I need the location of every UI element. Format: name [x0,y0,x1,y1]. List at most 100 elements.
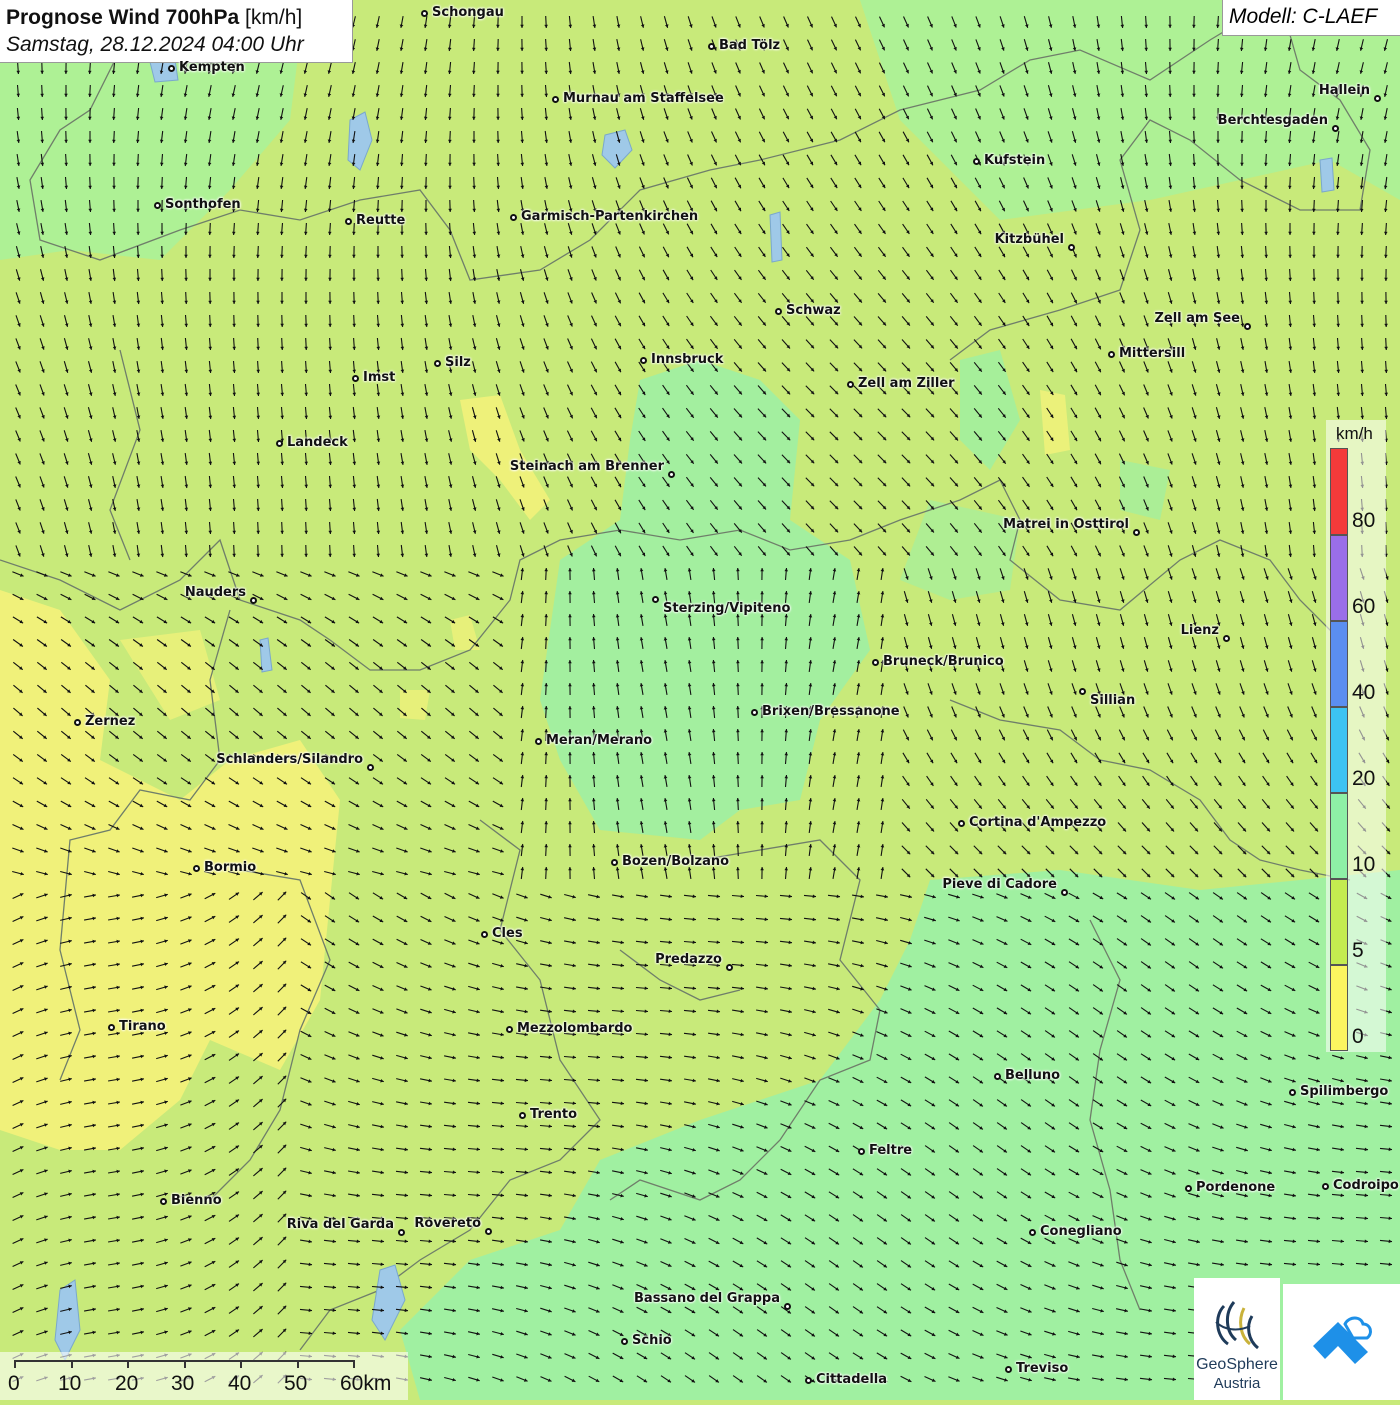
city-marker [160,1198,167,1205]
city-marker [421,10,428,17]
city-label: Kitzbühel [995,233,1064,246]
city-label: Nauders [185,586,246,599]
scale-label: 40 [228,1372,251,1396]
legend-bar-80 [1330,448,1348,535]
partner-logo[interactable] [1283,1284,1400,1400]
city-label: Innsbruck [651,353,723,366]
city-marker [708,43,715,50]
city-marker [1029,1229,1036,1236]
city-label: Spilimbergo [1300,1085,1388,1098]
map-title: Prognose Wind 700hPa [km/h] [6,4,346,31]
city-label: Cittadella [816,1373,887,1386]
city-label: Belluno [1005,1069,1060,1082]
city-label: Kempten [179,61,245,74]
city-marker [1068,244,1075,251]
city-marker [485,1228,492,1235]
city-marker [958,820,965,827]
city-marker [108,1024,115,1031]
legend-label: 20 [1352,767,1375,791]
city-label: Predazzo [655,953,722,966]
title-box: Prognose Wind 700hPa [km/h] Samstag, 28.… [0,0,353,63]
city-label: Matrei in Osttirol [1003,518,1129,531]
city-marker [784,1303,791,1310]
city-label: Bozen/Bolzano [622,855,729,868]
city-label: Sillian [1090,694,1135,707]
city-marker [805,1377,812,1384]
city-marker [994,1073,1001,1080]
legend-label: 5 [1352,939,1364,963]
scale-label: 0 [8,1372,20,1396]
city-marker [1244,323,1251,330]
city-marker [519,1112,526,1119]
scale-label: 10 [58,1372,81,1396]
city-marker [1108,351,1115,358]
scale-label: 30 [171,1372,194,1396]
city-marker [1332,125,1339,132]
legend-bar-40 [1330,621,1348,707]
city-marker [552,96,559,103]
city-marker [276,440,283,447]
legend-bar-20 [1330,707,1348,793]
city-label: Hallein [1319,84,1370,97]
city-label: Schongau [432,6,504,19]
city-marker [1374,95,1381,102]
city-marker [973,158,980,165]
geosphere-name: GeoSphere [1194,1356,1280,1374]
city-marker [535,738,542,745]
city-marker [367,764,374,771]
city-marker [434,360,441,367]
city-label: Schlanders/Silandro [216,753,363,766]
city-marker [352,375,359,382]
city-label: Kufstein [984,154,1045,167]
city-label: Riva del Garda [287,1218,394,1231]
city-label: Brixen/Bressanone [762,705,900,718]
city-marker [640,357,647,364]
city-label: Bormio [204,861,256,874]
legend-label: 40 [1352,681,1375,705]
city-label: Schwaz [786,304,841,317]
city-label: Pieve di Cadore [942,878,1057,891]
geosphere-swirl-icon [1194,1286,1280,1366]
city-marker [481,931,488,938]
legend-label: 80 [1352,509,1375,533]
city-label: Imst [363,371,395,384]
city-marker [154,202,161,209]
city-marker [621,1338,628,1345]
city-marker [1322,1183,1329,1190]
city-marker [775,308,782,315]
city-label: Conegliano [1040,1225,1122,1238]
city-marker [668,471,675,478]
city-label: Lienz [1181,624,1219,637]
city-label: Pordenone [1196,1181,1275,1194]
legend-bar-10 [1330,793,1348,879]
geosphere-logo[interactable]: GeoSphere Austria [1194,1278,1280,1400]
city-label: Bruneck/Brunico [883,655,1004,668]
city-label: Cles [492,927,523,940]
city-marker [74,719,81,726]
scale-bar: 0 10 20 30 40 50 60km [0,1352,408,1400]
city-marker [1079,688,1086,695]
legend-bar-0 [1330,965,1348,1051]
city-label: Meran/Merano [546,734,652,747]
city-marker [1005,1366,1012,1373]
city-marker [652,596,659,603]
legend-bar-5 [1330,879,1348,965]
city-marker [398,1229,405,1236]
city-label: Murnau am Staffelsee [563,92,724,105]
city-marker [726,964,733,971]
model-label: Modell: C-LAEF [1222,0,1400,36]
city-label: Codroipo [1333,1179,1399,1192]
city-marker [1133,529,1140,536]
scale-label: 50 [284,1372,307,1396]
city-label: Trento [530,1108,577,1121]
scale-label: 20 [115,1372,138,1396]
city-marker [858,1148,865,1155]
city-marker [506,1026,513,1033]
city-label: Bad Tölz [719,39,780,52]
legend-label: 60 [1352,595,1375,619]
legend-label: 0 [1352,1025,1364,1049]
legend-label: 10 [1352,853,1375,877]
city-label: Landeck [287,436,348,449]
city-label: Steinach am Brenner [510,460,664,473]
scale-label: 60km [340,1372,391,1396]
